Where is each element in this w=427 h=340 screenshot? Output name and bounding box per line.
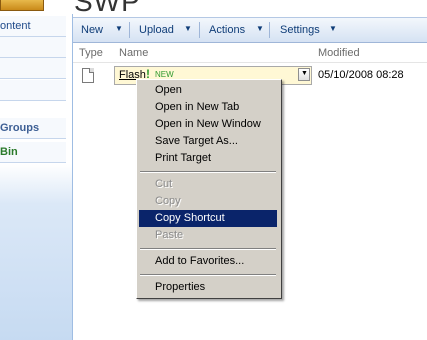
upload-button[interactable]: Upload ▼ <box>131 18 197 42</box>
menu-item-label: Copy Shortcut <box>155 212 225 224</box>
menu-item-copy-shortcut[interactable]: Copy Shortcut <box>139 210 277 227</box>
toolbar-divider <box>269 22 270 38</box>
menu-item-label: Open in New Window <box>155 118 261 130</box>
menu-separator <box>140 171 276 173</box>
settings-button[interactable]: Settings ▼ <box>271 18 339 42</box>
item-modified-date: 05/10/2008 08:28 <box>318 69 404 81</box>
menu-item-label: Open in New Tab <box>155 101 240 113</box>
new-button[interactable]: New ▼ <box>73 18 127 42</box>
column-header-name[interactable]: Name <box>119 47 148 59</box>
menu-item-label: Copy <box>155 195 181 207</box>
menu-item-label: Cut <box>155 178 173 190</box>
page-title: SWP <box>74 0 141 17</box>
menu-item-add-to-favorites[interactable]: Add to Favorites... <box>139 253 277 270</box>
toolbar-divider <box>199 22 200 38</box>
actions-button[interactable]: Actions ▼ <box>201 18 267 42</box>
menu-item-print-target[interactable]: Print Target <box>139 150 277 167</box>
actions-button-label: Actions <box>209 24 246 36</box>
nav-item-blank-1[interactable] <box>0 37 66 58</box>
nav-item-recycle-bin[interactable]: Bin <box>0 142 66 163</box>
nav-item-blank-2[interactable] <box>0 58 66 79</box>
menu-item-label: Save Target As... <box>155 135 238 147</box>
menu-item-copy[interactable]: Copy <box>139 193 277 210</box>
new-item-badge: NEW <box>155 70 174 79</box>
menu-item-label: Properties <box>155 281 206 293</box>
menu-item-open[interactable]: Open <box>139 82 277 99</box>
context-menu: Open Open in New Tab Open in New Window … <box>136 79 282 299</box>
chevron-down-icon: ▼ <box>115 24 123 33</box>
menu-item-label: Open <box>155 84 182 96</box>
menu-separator <box>140 274 276 276</box>
nav-item-content[interactable]: ontent <box>0 16 66 37</box>
menu-separator <box>140 248 276 250</box>
left-navigation: ontent Groups Bin <box>0 14 73 340</box>
chevron-down-icon: ▼ <box>329 24 337 33</box>
site-icon <box>0 0 44 11</box>
menu-item-label: Print Target <box>155 152 212 164</box>
top-banner: SWP <box>0 0 427 17</box>
toolbar-divider <box>129 22 130 38</box>
menu-item-label: Paste <box>155 229 184 241</box>
item-menu-dropdown[interactable]: ▼ <box>298 68 310 81</box>
menu-item-save-target-as[interactable]: Save Target As... <box>139 133 277 150</box>
header-divider <box>73 62 427 63</box>
nav-item-label: Bin <box>0 146 18 158</box>
menu-item-open-new-window[interactable]: Open in New Window <box>139 116 277 133</box>
menu-item-properties[interactable]: Properties <box>139 279 277 296</box>
document-icon[interactable] <box>82 68 94 83</box>
list-toolbar: New ▼ Upload ▼ Actions ▼ Settings ▼ <box>73 17 427 43</box>
column-header-type[interactable]: Type <box>79 47 103 59</box>
menu-item-open-new-tab[interactable]: Open in New Tab <box>139 99 277 116</box>
nav-item-label: Groups <box>0 122 40 134</box>
column-header-modified[interactable]: Modified <box>318 47 360 59</box>
chevron-down-icon: ▼ <box>301 70 308 77</box>
menu-item-label: Add to Favorites... <box>155 255 245 267</box>
chevron-down-icon: ▼ <box>184 24 192 33</box>
menu-item-paste[interactable]: Paste <box>139 227 277 244</box>
settings-button-label: Settings <box>280 24 320 36</box>
new-button-label: New <box>81 24 104 36</box>
chevron-down-icon: ▼ <box>256 24 264 33</box>
nav-item-groups[interactable]: Groups <box>0 118 66 139</box>
nav-item-blank-3[interactable] <box>0 80 66 101</box>
nav-item-label: ontent <box>0 20 31 32</box>
upload-button-label: Upload <box>139 24 174 36</box>
menu-item-cut[interactable]: Cut <box>139 176 277 193</box>
